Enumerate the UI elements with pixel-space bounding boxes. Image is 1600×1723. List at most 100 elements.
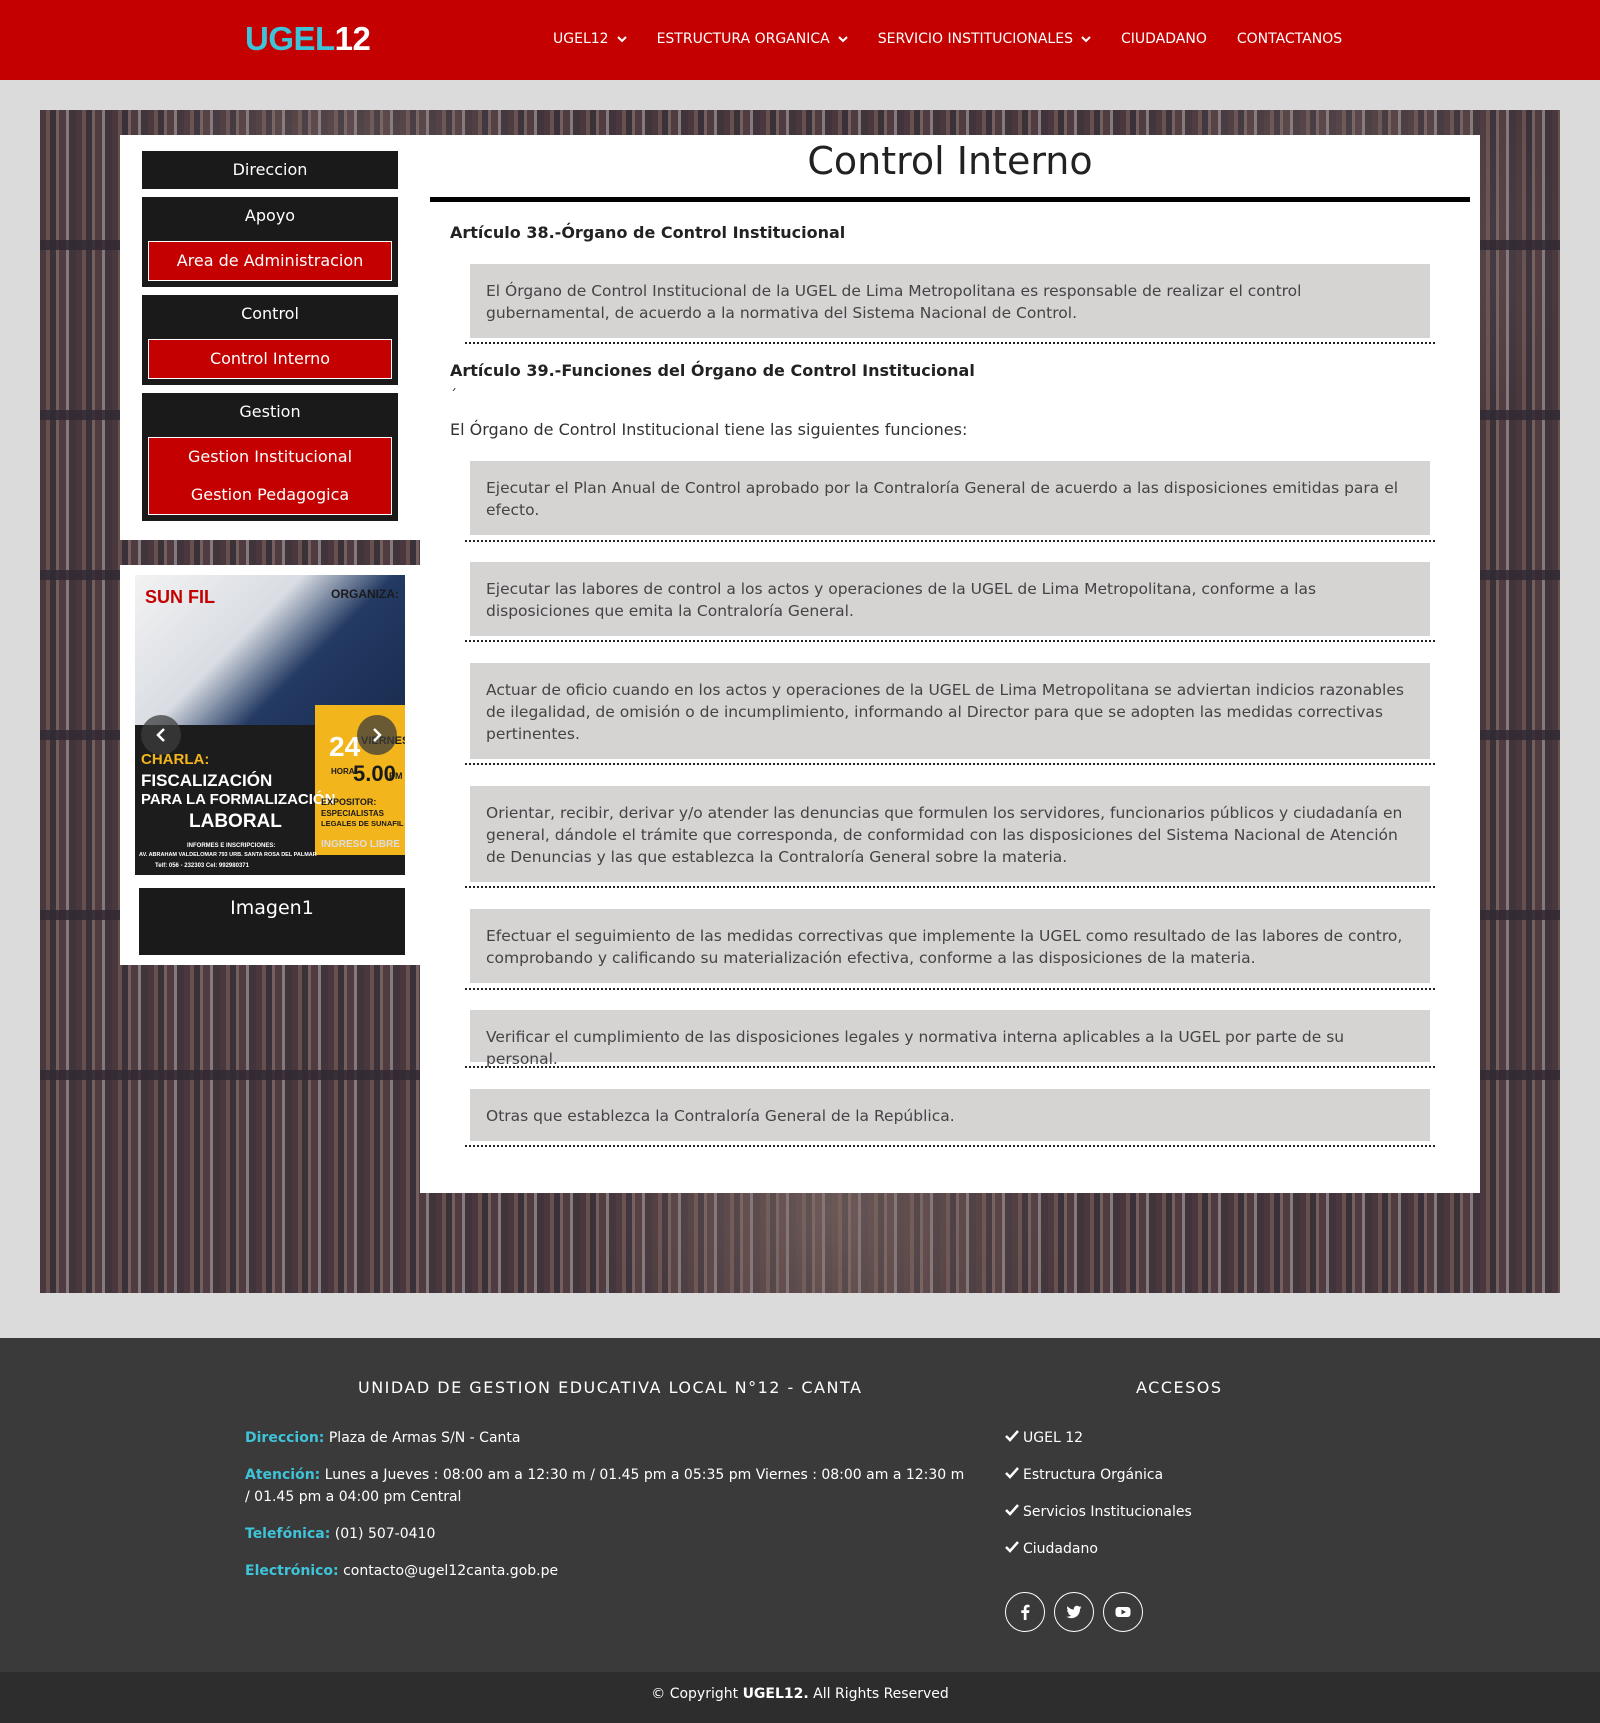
footer-link-ciudadano[interactable]: Ciudadano	[1005, 1538, 1098, 1560]
divider	[465, 1145, 1435, 1147]
footer-value: Plaza de Armas S/N - Canta	[324, 1430, 521, 1446]
logo-text-ugel: UGEL	[245, 20, 335, 57]
sidebar-item-label: Area de Administracion	[176, 251, 364, 270]
footer-atencion: Atención: Lunes a Jueves : 08:00 am a 12…	[245, 1464, 965, 1508]
footer-link-label: Servicios Institucionales	[1023, 1504, 1192, 1520]
stray-mark: ´	[450, 388, 457, 404]
sidebar-item-label: Control Interno	[209, 349, 331, 368]
check-icon	[1005, 1538, 1023, 1560]
sidebar-item-gestion-institucional[interactable]: Gestion Institucional	[149, 438, 391, 476]
footer-heading-accesos: ACCESOS	[1136, 1378, 1223, 1397]
check-icon	[1005, 1427, 1023, 1449]
footer-label: Telefónica:	[245, 1526, 331, 1542]
divider	[465, 988, 1435, 990]
copyright-suffix: All Rights Reserved	[808, 1686, 949, 1702]
function-item: Verificar el cumplimiento de las disposi…	[470, 1010, 1430, 1068]
carousel-prev-button[interactable]	[141, 715, 181, 755]
footer-link-ugel12[interactable]: UGEL 12	[1005, 1427, 1083, 1449]
poster-line2: PARA LA FORMALIZACIÓN	[141, 791, 336, 808]
poster-line3: LABORAL	[189, 811, 282, 832]
poster-ingreso: INGRESO LIBRE	[321, 839, 400, 850]
sidebar-group-title[interactable]: Apoyo	[142, 197, 398, 235]
youtube-button[interactable]	[1103, 1592, 1143, 1632]
copyright-text: © Copyright UGEL12. All Rights Reserved	[0, 1686, 1600, 1702]
footer-value: Lunes a Jueves : 08:00 am a 12:30 m / 01…	[245, 1467, 965, 1505]
sidebar-item-gestion-pedagogica[interactable]: Gestion Pedagogica	[149, 476, 391, 514]
footer-label: Direccion:	[245, 1430, 325, 1446]
twitter-button[interactable]	[1054, 1592, 1094, 1632]
sidebar-group-control: Control Control Interno	[142, 295, 398, 385]
poster-address: AV. ABRAHAM VALDELOMAR 793 URB. SANTA RO…	[139, 852, 317, 858]
function-item: Actuar de oficio cuando en los actos y o…	[470, 663, 1430, 759]
title-divider	[430, 197, 1470, 202]
nav-label: UGEL12	[553, 31, 609, 47]
carousel-next-button[interactable]	[357, 715, 397, 755]
copyright-brand: UGEL12.	[742, 1686, 809, 1702]
divider	[465, 540, 1435, 542]
function-item: Ejecutar el Plan Anual de Control aproba…	[470, 461, 1430, 535]
site-logo[interactable]: UGEL12	[245, 20, 371, 58]
nav-item-ugel12[interactable]: UGEL12	[553, 28, 627, 50]
main-menu: UGEL12 ESTRUCTURA ORGANICA SERVICIO INST…	[553, 28, 1372, 50]
footer-direccion: Direccion: Plaza de Armas S/N - Canta	[245, 1427, 965, 1449]
chevron-down-icon	[1081, 35, 1091, 43]
sidebar-group-title[interactable]: Control	[142, 295, 398, 333]
divider	[465, 763, 1435, 765]
footer-telefonica: Telefónica: (01) 507-0410	[245, 1523, 965, 1545]
facebook-button[interactable]	[1005, 1592, 1045, 1632]
footer-label: Atención:	[245, 1467, 321, 1483]
sidebar-group-apoyo: Apoyo Area de Administracion	[142, 197, 398, 287]
top-navbar: UGEL12 UGEL12 ESTRUCTURA ORGANICA SERVIC…	[0, 0, 1600, 80]
divider	[465, 1066, 1435, 1068]
image-carousel[interactable]: SUN FIL ORGANIZA: CHARLA: FISCALIZACIÓN …	[135, 575, 405, 875]
poster-line1: FISCALIZACIÓN	[141, 771, 273, 790]
divider	[465, 886, 1435, 888]
divider	[465, 640, 1435, 642]
function-item: Efectuar el seguimiento de las medidas c…	[470, 909, 1430, 983]
chevron-down-icon	[616, 35, 627, 43]
poster-organiza: ORGANIZA:	[331, 587, 399, 601]
footer-value[interactable]: contacto@ugel12canta.gob.pe	[339, 1563, 558, 1579]
footer-link-label: UGEL 12	[1023, 1430, 1084, 1446]
footer-link-estructura-organica[interactable]: Estructura Orgánica	[1005, 1464, 1163, 1486]
copyright-prefix: © Copyright	[651, 1686, 743, 1702]
poster-pm: PM	[389, 771, 403, 781]
footer-electronico: Electrónico: contacto@ugel12canta.gob.pe	[245, 1560, 965, 1582]
check-icon	[1005, 1501, 1023, 1523]
nav-label: ESTRUCTURA ORGANICA	[656, 31, 830, 47]
poster-contacts: Telf: 056 - 232303 Cel: 992980371	[155, 863, 249, 869]
sidebar-item-area-administracion[interactable]: Area de Administracion	[148, 241, 392, 281]
poster-especialistas: ESPECIALISTAS	[321, 809, 384, 818]
sidebar-group-gestion: Gestion Gestion Institucional Gestion Pe…	[142, 393, 398, 521]
footer-heading-institution: UNIDAD DE GESTION EDUCATIVA LOCAL N°12 -…	[358, 1378, 863, 1397]
nav-label: CIUDADANO	[1120, 31, 1207, 47]
page-title: Control Interno	[807, 139, 1093, 183]
sidebar-item-direccion[interactable]: Direccion	[142, 151, 398, 189]
nav-label: SERVICIO INSTITUCIONALES	[877, 31, 1073, 47]
poster-legales: LEGALES DE SUNAFIL	[321, 819, 404, 828]
poster-informes: INFORMES E INSCRIPCIONES:	[187, 843, 276, 849]
footer-link-servicios-institucionales[interactable]: Servicios Institucionales	[1005, 1501, 1192, 1523]
nav-item-ciudadano[interactable]: CIUDADANO	[1121, 28, 1207, 50]
poster-expositor: EXPOSITOR:	[321, 797, 377, 807]
footer-link-label: Estructura Orgánica	[1023, 1467, 1164, 1483]
functions-intro: El Órgano de Control Institucional tiene…	[450, 420, 968, 439]
footer-value: (01) 507-0410	[330, 1526, 436, 1542]
sidebar-item-control-interno[interactable]: Control Interno	[148, 339, 392, 379]
divider	[465, 342, 1435, 344]
chevron-down-icon	[838, 35, 848, 43]
nav-item-servicio-institucionales[interactable]: SERVICIO INSTITUCIONALES	[878, 28, 1091, 50]
poster-charla: CHARLA:	[141, 751, 210, 768]
poster-day: 24	[329, 731, 361, 762]
check-icon	[1005, 1464, 1023, 1486]
nav-item-estructura-organica[interactable]: ESTRUCTURA ORGANICA	[657, 28, 848, 50]
sidebar-group-title[interactable]: Gestion	[142, 393, 398, 431]
function-item: Orientar, recibir, derivar y/o atender l…	[470, 786, 1430, 882]
nav-label: CONTACTANOS	[1236, 31, 1343, 47]
function-item: Ejecutar las labores de control a los ac…	[470, 562, 1430, 636]
article-38-text: El Órgano de Control Institucional de la…	[470, 264, 1430, 338]
article-38-heading: Artículo 38.-Órgano de Control Instituci…	[450, 223, 846, 242]
poster-brand: SUN FIL	[145, 587, 215, 607]
sidebar-subgroup-gestion: Gestion Institucional Gestion Pedagogica	[148, 437, 392, 515]
nav-item-contactanos[interactable]: CONTACTANOS	[1237, 28, 1342, 50]
